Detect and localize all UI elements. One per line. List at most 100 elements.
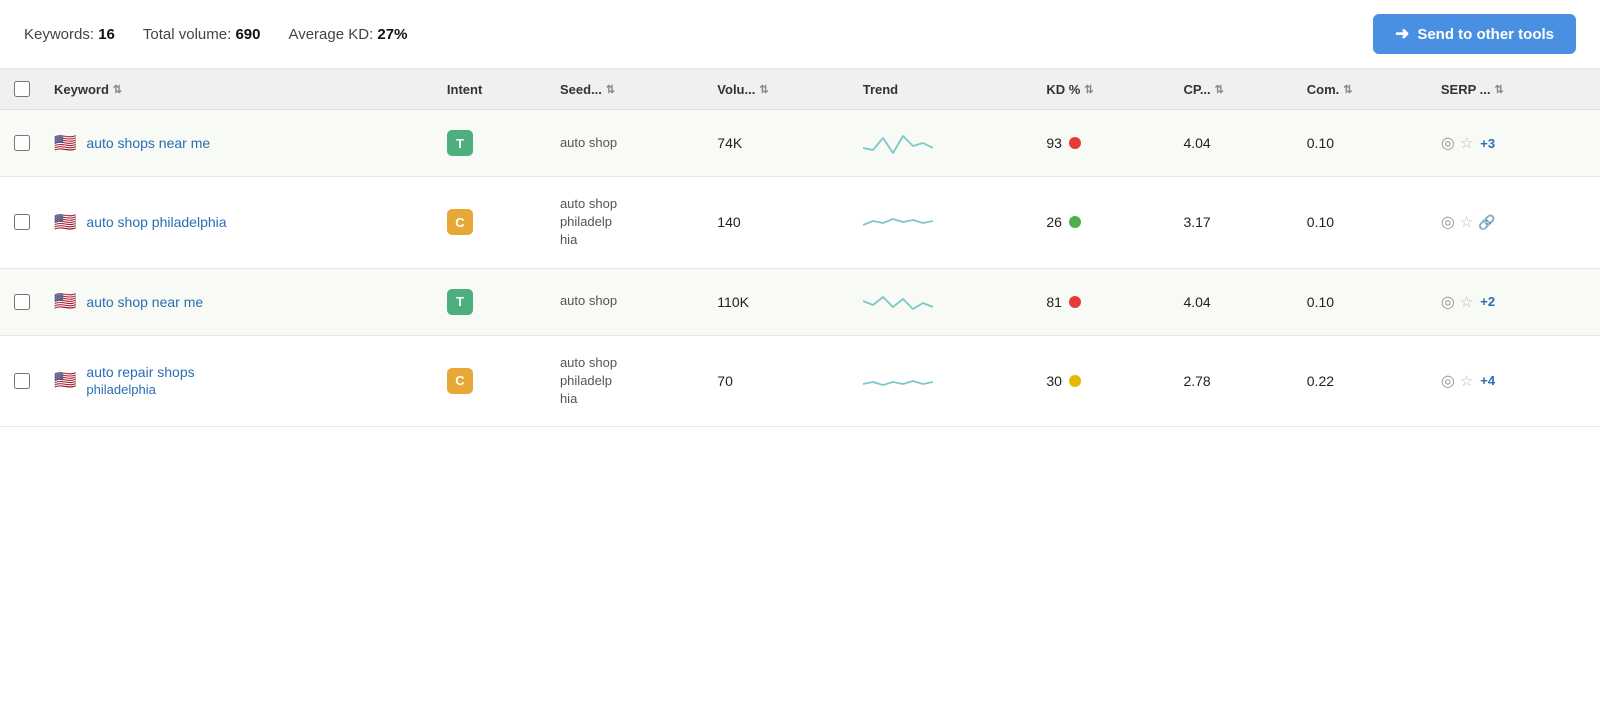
col-header-seed: Seed... ⇅ [550, 69, 707, 110]
kd-value: 27% [377, 26, 407, 43]
row-checkbox[interactable] [14, 135, 30, 151]
col-header-com: Com. ⇅ [1297, 69, 1431, 110]
table-header-row: Keyword ⇅ Intent Seed... ⇅ Volu... ⇅ [0, 69, 1600, 110]
col-header-keyword: Keyword ⇅ [44, 69, 437, 110]
serp-cell: ◎ ☆ +3 [1431, 110, 1600, 177]
kd-value: 81 [1046, 294, 1062, 310]
volume-value: 74K [717, 135, 742, 151]
intent-cell: T [437, 268, 550, 335]
flag-icon: 🇺🇸 [54, 291, 76, 312]
com-cell: 0.10 [1297, 177, 1431, 269]
keywords-stat: Keywords: 16 [24, 26, 115, 43]
serp-cell: ◎ ☆ 🔗 [1431, 177, 1600, 269]
serp-plus: +2 [1480, 294, 1495, 309]
intent-cell: T [437, 110, 550, 177]
select-all-checkbox[interactable] [14, 81, 30, 97]
row-checkbox-cell [0, 335, 44, 427]
trend-cell [853, 335, 1037, 427]
seed-cell: auto shopphiladelphia [550, 177, 707, 269]
keyword-link[interactable]: auto repair shopsphiladelphia [86, 364, 194, 397]
keyword-link[interactable]: auto shop near me [86, 294, 203, 310]
keyword-link[interactable]: auto shops near me [86, 135, 210, 151]
kd-value: 26 [1046, 214, 1062, 230]
seed-cell: auto shop [550, 268, 707, 335]
kd-dot [1069, 216, 1081, 228]
location-icon: ◎ [1441, 292, 1455, 312]
row-checkbox[interactable] [14, 294, 30, 310]
row-checkbox[interactable] [14, 214, 30, 230]
kd-cell: 81 [1036, 268, 1173, 335]
col-header-cp: CP... ⇅ [1173, 69, 1296, 110]
keywords-count: 16 [98, 26, 115, 43]
flag-icon: 🇺🇸 [54, 133, 76, 154]
flag-icon: 🇺🇸 [54, 370, 76, 391]
kd-dot [1069, 137, 1081, 149]
intent-badge: T [447, 289, 473, 315]
filter-icon-volume[interactable]: ⇅ [759, 83, 768, 96]
serp-cell: ◎ ☆ +2 [1431, 268, 1600, 335]
volume-cell: 110K [707, 268, 852, 335]
trend-cell [853, 110, 1037, 177]
keyword-cell: 🇺🇸 auto shop philadelphia [44, 177, 437, 269]
filter-icon-kd[interactable]: ⇅ [1084, 83, 1093, 96]
trend-cell [853, 268, 1037, 335]
keyword-cell: 🇺🇸 auto shops near me [44, 110, 437, 177]
kd-value: 30 [1046, 373, 1062, 389]
com-cell: 0.22 [1297, 335, 1431, 427]
link-icon: 🔗 [1478, 214, 1495, 231]
arrow-right-icon: ➜ [1395, 24, 1409, 44]
com-cell: 0.10 [1297, 268, 1431, 335]
com-cell: 0.10 [1297, 110, 1431, 177]
table-row: 🇺🇸 auto repair shopsphiladelphia C auto … [0, 335, 1600, 427]
send-to-tools-button[interactable]: ➜ Send to other tools [1373, 14, 1576, 54]
filter-icon-com[interactable]: ⇅ [1343, 83, 1352, 96]
kd-dot [1069, 296, 1081, 308]
filter-icon-keyword[interactable]: ⇅ [113, 83, 122, 96]
kd-value: 93 [1046, 135, 1062, 151]
com-value: 0.10 [1307, 294, 1334, 310]
star-icon: ☆ [1460, 213, 1473, 231]
flag-icon: 🇺🇸 [54, 212, 76, 233]
col-header-volume: Volu... ⇅ [707, 69, 852, 110]
com-value: 0.22 [1307, 373, 1334, 389]
col-header-trend: Trend [853, 69, 1037, 110]
seed-cell: auto shopphiladelphia [550, 335, 707, 427]
serp-plus: +4 [1480, 373, 1495, 388]
stats-bar: Keywords: 16 Total volume: 690 Average K… [24, 26, 407, 43]
col-header-intent: Intent [437, 69, 550, 110]
volume-cell: 70 [707, 335, 852, 427]
serp-cell: ◎ ☆ +4 [1431, 335, 1600, 427]
location-icon: ◎ [1441, 371, 1455, 391]
kd-cell: 30 [1036, 335, 1173, 427]
com-value: 0.10 [1307, 214, 1334, 230]
filter-icon-cp[interactable]: ⇅ [1215, 83, 1224, 96]
volume-value: 140 [717, 214, 740, 230]
serp-plus: +3 [1480, 136, 1495, 151]
star-icon: ☆ [1460, 372, 1473, 390]
top-bar: Keywords: 16 Total volume: 690 Average K… [0, 0, 1600, 69]
filter-icon-seed[interactable]: ⇅ [606, 83, 615, 96]
star-icon: ☆ [1460, 134, 1473, 152]
com-value: 0.10 [1307, 135, 1334, 151]
volume-value: 690 [235, 26, 260, 43]
row-checkbox[interactable] [14, 373, 30, 389]
keyword-cell: 🇺🇸 auto shop near me [44, 268, 437, 335]
cp-cell: 4.04 [1173, 110, 1296, 177]
keywords-table: Keyword ⇅ Intent Seed... ⇅ Volu... ⇅ [0, 69, 1600, 427]
volume-stat: Total volume: 690 [143, 26, 261, 43]
keyword-cell: 🇺🇸 auto repair shopsphiladelphia [44, 335, 437, 427]
col-header-kd: KD % ⇅ [1036, 69, 1173, 110]
location-icon: ◎ [1441, 133, 1455, 153]
row-checkbox-cell [0, 268, 44, 335]
intent-badge: T [447, 130, 473, 156]
keyword-link[interactable]: auto shop philadelphia [86, 214, 226, 230]
col-header-serp: SERP ... ⇅ [1431, 69, 1600, 110]
location-icon: ◎ [1441, 212, 1455, 232]
intent-cell: C [437, 177, 550, 269]
filter-icon-serp[interactable]: ⇅ [1495, 83, 1504, 96]
kd-dot [1069, 375, 1081, 387]
volume-value: 110K [717, 294, 749, 310]
cp-cell: 3.17 [1173, 177, 1296, 269]
table-row: 🇺🇸 auto shops near me T auto shop 74K 93… [0, 110, 1600, 177]
table-row: 🇺🇸 auto shop philadelphia C auto shopphi… [0, 177, 1600, 269]
